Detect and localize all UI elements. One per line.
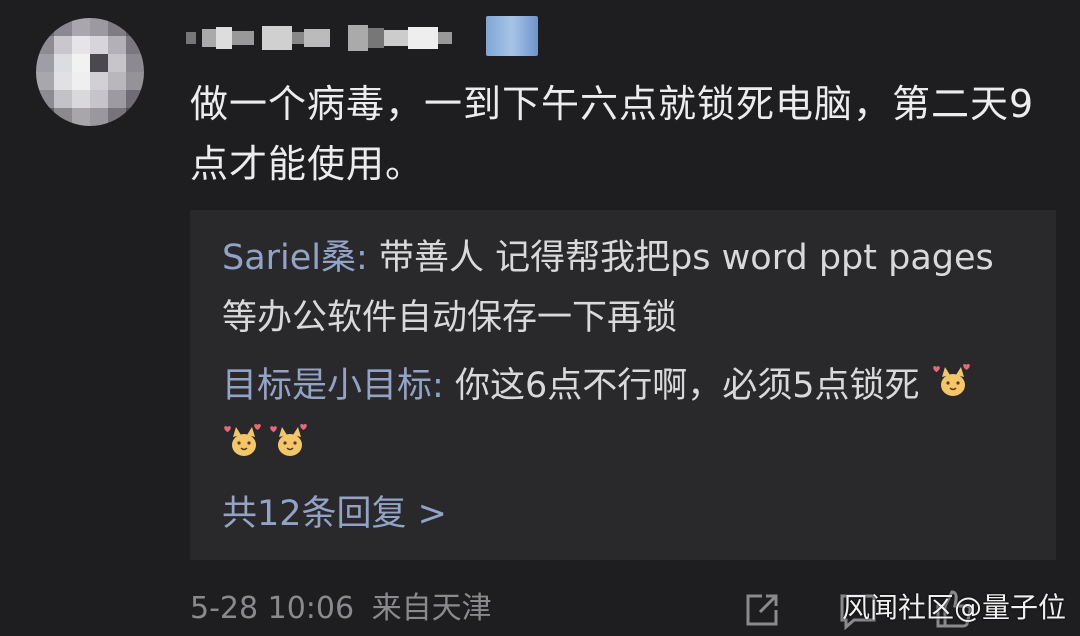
reply-text: 你这6点不行啊，必须5点锁死 <box>454 366 920 406</box>
cat-heart-icon <box>932 363 970 396</box>
avatar[interactable] <box>36 18 144 126</box>
watermark: 风闻社区@量子位 <box>841 591 1066 624</box>
comment-location: 来自天津 <box>371 591 492 626</box>
comment-meta: 5-28 10:06 来自天津 <box>190 586 492 632</box>
comment-timestamp: 5-28 10:06 <box>190 591 355 626</box>
user-badge <box>486 16 538 56</box>
reply-author[interactable]: 目标是小目标 <box>222 366 432 406</box>
share-icon[interactable] <box>742 590 782 630</box>
reply-item: Sariel桑: 带善人 记得帮我把ps word ppt pages 等办公软… <box>222 228 1022 348</box>
cat-heart-icon <box>224 423 261 456</box>
comment-text: 做一个病毒，一到下午六点就锁死电脑，第二天9点才能使用。 <box>190 82 1035 186</box>
more-replies-link[interactable]: 共12条回复 > <box>222 486 447 542</box>
username[interactable] <box>186 20 476 56</box>
reply-item: 目标是小目标: 你这6点不行啊，必须5点锁死 <box>222 356 1022 476</box>
reply-separator: : <box>356 238 379 278</box>
reply-separator: : <box>432 366 455 406</box>
reply-author[interactable]: Sariel桑 <box>222 238 356 278</box>
cat-heart-icon <box>270 423 307 456</box>
